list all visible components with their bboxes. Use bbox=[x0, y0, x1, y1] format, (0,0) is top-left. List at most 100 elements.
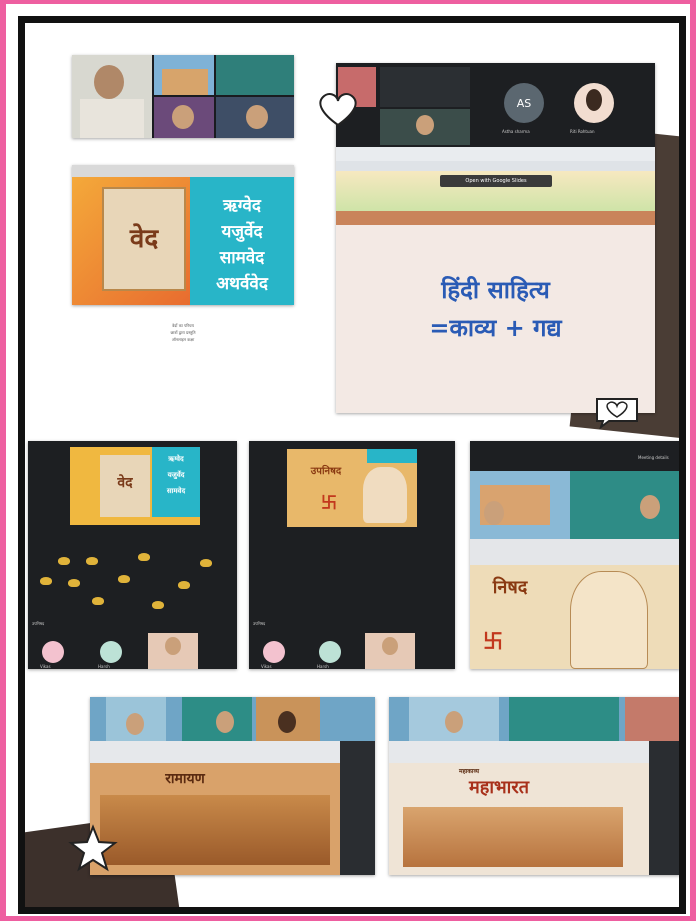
reaction-emoji bbox=[40, 577, 52, 585]
address-bar[interactable] bbox=[336, 161, 655, 171]
participant-face bbox=[165, 637, 181, 655]
slide-ramayan: रामायण bbox=[90, 763, 340, 875]
swastik-symbol: 卐 bbox=[483, 629, 503, 653]
reaction-emoji bbox=[178, 581, 190, 589]
caption-line-2: छात्रों द्वारा प्रस्तुति bbox=[170, 330, 196, 335]
participant-name-1: Vikas bbox=[40, 664, 51, 669]
participant-face bbox=[382, 637, 398, 655]
caption-line-1: वेदों का परिचय bbox=[172, 323, 194, 328]
screenshot-bottom-left: रामायण bbox=[90, 697, 375, 875]
swastik-symbol: 卐 bbox=[320, 493, 337, 512]
participant-face bbox=[216, 711, 234, 733]
avatar-photo bbox=[574, 83, 614, 123]
side-panel bbox=[340, 741, 375, 875]
slide-line-4: अथर्ववेद bbox=[216, 274, 268, 294]
browser-tabs bbox=[336, 147, 655, 161]
avatar-1 bbox=[42, 641, 64, 663]
slide-ribbon: Open with Google Slides bbox=[336, 171, 655, 211]
slide-body: हिंदी साहित्य =काव्य + गद्य bbox=[336, 225, 655, 413]
address-bar[interactable] bbox=[389, 741, 649, 763]
video-tile-girl bbox=[365, 633, 415, 669]
avatar-2 bbox=[319, 641, 341, 663]
avatar-2 bbox=[100, 641, 122, 663]
participant-face bbox=[484, 501, 504, 525]
video-tile-1 bbox=[106, 697, 166, 741]
participant-face bbox=[445, 711, 463, 733]
battle-scene bbox=[100, 795, 330, 865]
reaction-emoji bbox=[92, 597, 104, 605]
video-strip bbox=[389, 697, 679, 741]
video-tile-3 bbox=[256, 697, 320, 741]
participant-face bbox=[246, 105, 268, 129]
avatar-1 bbox=[263, 641, 285, 663]
meet-top-bar: Meeting details bbox=[470, 441, 679, 471]
slide-line-1: ऋग्वेद bbox=[168, 455, 184, 463]
participant-name-2: Harsh bbox=[317, 664, 329, 669]
video-tile-girl bbox=[148, 633, 198, 669]
book-cover: वेद bbox=[102, 187, 186, 291]
browser-bar bbox=[72, 165, 294, 177]
open-with-slides-button[interactable]: Open with Google Slides bbox=[440, 175, 552, 187]
caption-line-3: ऑनलाइन कक्षा bbox=[171, 337, 195, 342]
heart-bubble-icon bbox=[596, 398, 638, 429]
video-tile-main bbox=[72, 55, 152, 138]
outer-page: वेद ऋग्वेद यजुर्वेद सामवेद अथर्ववेद वेदो… bbox=[6, 4, 690, 916]
star-doodle-icon bbox=[68, 824, 118, 872]
slide-title-veda: वेद bbox=[129, 224, 159, 254]
participant-body bbox=[80, 99, 144, 138]
video-tile-3 bbox=[625, 697, 679, 741]
participant-face bbox=[416, 115, 434, 135]
address-bar[interactable] bbox=[90, 741, 340, 763]
slide-panel: ऋग्वेद यजुर्वेद सामवेद bbox=[152, 447, 200, 517]
participant-name-2: Riti Rohtuan bbox=[570, 129, 595, 134]
heart-doodle-icon bbox=[319, 93, 357, 127]
slide-line-1: ऋग्वेद bbox=[223, 196, 261, 216]
slide-thumb: वेद ऋग्वेद यजुर्वेद सामवेद bbox=[70, 447, 200, 525]
participant-name-1: Vikas bbox=[261, 664, 272, 669]
video-tile-b bbox=[380, 67, 470, 107]
screenshot-top-right: AS Astha sharma Riti Rohtuan Open with G… bbox=[336, 63, 655, 413]
toolbar-label: उपनिषद bbox=[253, 621, 266, 626]
screenshot-top-left-video bbox=[72, 55, 294, 138]
participant-name-1: Astha sharma bbox=[502, 129, 530, 134]
video-tile-building bbox=[154, 55, 214, 95]
video-tile-1 bbox=[409, 697, 499, 741]
reaction-emoji bbox=[118, 575, 130, 583]
screenshot-middle-right: Meeting details निषद 卐 bbox=[470, 441, 679, 669]
video-strip bbox=[90, 697, 375, 741]
slide-top-label: महाकाव्य bbox=[458, 768, 480, 775]
video-tile-3 bbox=[216, 97, 294, 138]
participant-face bbox=[126, 713, 144, 735]
collage-frame: वेद ऋग्वेद यजुर्वेद सामवेद अथर्ववेद वेदो… bbox=[18, 16, 686, 914]
reaction-emoji bbox=[200, 559, 212, 567]
screenshot-bottom-right: महाकाव्य महाभारत bbox=[389, 697, 679, 875]
video-tile-c bbox=[380, 109, 470, 145]
slide-line-3: सामवेद bbox=[219, 248, 265, 268]
reaction-emoji bbox=[152, 601, 164, 609]
slide-mahabharat: महाकाव्य महाभारत bbox=[389, 763, 649, 875]
building bbox=[162, 69, 208, 95]
participant-face bbox=[640, 495, 660, 519]
slide-title-veda: वेद bbox=[117, 475, 133, 491]
screenshot-middle-left: वेद ऋग्वेद यजुर्वेद सामवेद उपनिषद Vikas … bbox=[28, 441, 237, 669]
slide-kavya-gadya: =काव्य + गद्य bbox=[429, 314, 562, 342]
slide-torn-edge bbox=[336, 211, 655, 225]
side-panel bbox=[649, 741, 679, 875]
video-tile-2 bbox=[154, 97, 214, 138]
slide-right-panel: ऋग्वेद यजुर्वेद सामवेद अथर्ववेद bbox=[190, 177, 294, 305]
video-tile-teal bbox=[216, 55, 294, 95]
participant-face bbox=[278, 711, 296, 733]
slide-title: निषद bbox=[492, 577, 528, 598]
avatar-as: AS bbox=[504, 83, 544, 123]
meet-top-strip: AS Astha sharma Riti Rohtuan bbox=[336, 63, 655, 147]
slide-left-art: वेद bbox=[72, 177, 190, 305]
participant-name-2: Harsh bbox=[98, 664, 110, 669]
battle-scene bbox=[403, 807, 623, 867]
toolbar-label: उपनिषद bbox=[32, 621, 45, 626]
participant-face bbox=[172, 105, 194, 129]
address-bar[interactable] bbox=[470, 539, 679, 565]
reaction-emoji bbox=[68, 579, 80, 587]
reaction-emoji bbox=[138, 553, 150, 561]
slide-title: महाभारत bbox=[469, 777, 529, 798]
screenshot-top-left-slide: वेद ऋग्वेद यजुर्वेद सामवेद अथर्ववेद bbox=[72, 165, 294, 305]
